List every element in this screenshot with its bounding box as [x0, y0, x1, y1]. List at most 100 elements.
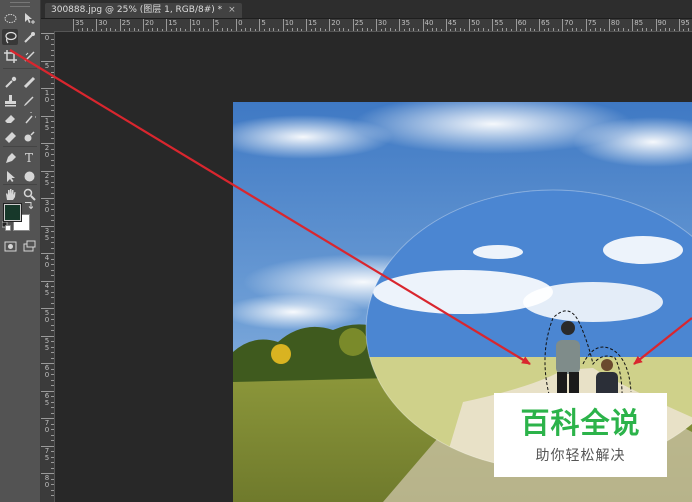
ruler-h-minor-tick — [594, 28, 596, 31]
type-glyph: T — [24, 151, 33, 165]
ruler-h-minor-tick — [287, 29, 289, 31]
ruler-h-minor-tick — [324, 29, 326, 31]
ruler-h-label: 65 — [541, 19, 550, 27]
ruler-v-minor-tick — [51, 269, 54, 271]
ruler-h-minor-tick — [315, 28, 317, 31]
move-icon[interactable] — [21, 10, 37, 26]
hand-icon[interactable] — [2, 186, 18, 202]
ruler-v-minor-tick — [51, 110, 54, 111]
gradient-icon[interactable] — [2, 128, 18, 144]
ruler-h-minor-tick — [319, 28, 321, 31]
quick-mask-icon[interactable] — [2, 238, 18, 254]
ruler-h-minor-tick — [82, 28, 84, 31]
tools-panel: T — [0, 0, 41, 502]
ruler-h-minor-tick — [385, 28, 387, 31]
ruler-h-minor-tick — [417, 29, 419, 31]
ruler-v-minor-tick — [51, 385, 54, 386]
ruler-v-minor-tick — [51, 258, 54, 260]
ruler-h-minor-tick — [77, 29, 79, 31]
ruler-h-tick — [539, 19, 540, 31]
default-colors-icon[interactable] — [2, 221, 11, 231]
ruler-h-tick — [515, 19, 517, 31]
path-select-icon[interactable] — [2, 168, 18, 184]
ruler-v-minor-tick — [51, 379, 54, 381]
ruler-v-tick — [41, 473, 54, 474]
ruler-h-minor-tick — [250, 28, 252, 31]
ruler-v-minor-tick — [51, 396, 54, 397]
ruler-h-label: 5 — [214, 19, 220, 27]
ruler-h-label: 35 — [401, 19, 411, 27]
ruler-h-minor-tick — [534, 29, 536, 31]
ruler-h-minor-tick — [138, 29, 140, 31]
clone-stamp-icon[interactable] — [2, 92, 18, 108]
ruler-v-minor-tick — [51, 434, 54, 436]
ruler-h-minor-tick — [511, 29, 513, 31]
ruler-v-minor-tick — [51, 71, 54, 73]
healing-brush-icon[interactable] — [21, 74, 37, 90]
slice-icon[interactable] — [21, 48, 37, 64]
ruler-v-minor-tick — [51, 456, 54, 458]
swap-colors-icon[interactable] — [23, 200, 33, 210]
brush-icon[interactable] — [21, 92, 37, 108]
ruler-h-tick — [422, 19, 424, 31]
ruler-h-minor-tick — [622, 28, 624, 31]
ruler-h-minor-tick — [105, 28, 107, 31]
ruler-v-minor-tick — [51, 357, 54, 359]
ruler-v-minor-tick — [51, 121, 54, 122]
screen-mode-icon[interactable] — [21, 238, 37, 254]
ruler-h-minor-tick — [175, 28, 177, 31]
ruler-h-minor-tick — [660, 29, 662, 31]
shape-icon[interactable] — [21, 168, 37, 184]
ruler-v-minor-tick — [51, 242, 54, 243]
quick-select-icon[interactable] — [21, 29, 37, 45]
ruler-h-minor-tick — [343, 28, 345, 31]
eyedropper-icon[interactable] — [2, 74, 18, 90]
ruler-h-tick — [655, 19, 657, 31]
pen-icon[interactable] — [2, 150, 18, 166]
document-tab[interactable]: 300888.jpg @ 25% (图层 1, RGB/8#) * × — [45, 3, 242, 18]
ruler-v-tick — [41, 143, 54, 144]
ruler-h-minor-tick — [380, 29, 382, 31]
crop-icon[interactable] — [2, 48, 18, 64]
history-brush-icon[interactable] — [21, 110, 37, 126]
ruler-v-tick — [41, 418, 54, 419]
lasso-icon[interactable] — [2, 29, 18, 45]
ruler-h-minor-tick — [413, 28, 415, 31]
ruler-v-minor-tick — [51, 165, 54, 166]
ruler-h-minor-tick — [357, 29, 359, 31]
ruler-h-minor-tick — [203, 28, 205, 31]
ruler-h-minor-tick — [576, 28, 578, 31]
close-tab-icon[interactable]: × — [228, 5, 236, 15]
ruler-h-label: 15 — [168, 19, 178, 27]
rect-marquee-icon[interactable] — [2, 10, 18, 26]
ruler-v-minor-tick — [51, 275, 54, 276]
ruler-v-minor-tick — [51, 313, 54, 315]
ruler-v-minor-tick — [51, 302, 54, 304]
eraser-icon[interactable] — [2, 110, 18, 126]
ruler-v-tick — [41, 280, 54, 282]
ruler-h-label: 0 — [238, 19, 243, 27]
ruler-v-minor-tick — [51, 352, 54, 353]
ruler-v-label: 8 0 — [44, 474, 50, 489]
ruler-v-tick — [41, 88, 54, 89]
foreground-color-swatch[interactable] — [4, 204, 21, 221]
ruler-h-minor-tick — [599, 28, 601, 31]
type-icon[interactable]: T — [21, 150, 37, 166]
ruler-v-minor-tick — [51, 154, 54, 155]
ruler-v-minor-tick — [51, 495, 54, 496]
vertical-ruler[interactable]: 0 5 1 0 1 5 2 0 2 5 3 0 3 5 4 0 4 5 5 0 5 5 6 0 6 5 7 … — [41, 31, 55, 502]
ruler-v-label: 3 5 — [44, 226, 50, 242]
ruler-h-minor-tick — [198, 28, 200, 31]
ruler-h-minor-tick — [580, 29, 582, 31]
ruler-h-minor-tick — [650, 29, 652, 31]
ruler-h-minor-tick — [618, 28, 620, 31]
ruler-h-minor-tick — [497, 29, 499, 31]
horizontal-ruler[interactable]: 35 30 25 20 15 10 5 0 5 10 15 20 25 30 35 40 45 50 55 60 65 7… — [55, 19, 692, 32]
blur-icon[interactable] — [21, 128, 37, 144]
ruler-v-tick — [41, 335, 54, 337]
ruler-v-minor-tick — [51, 247, 54, 249]
ruler-h-tick — [166, 19, 168, 31]
ruler-v-label: 0 — [44, 34, 50, 42]
ruler-v-minor-tick — [51, 341, 54, 342]
panel-grip[interactable] — [10, 2, 30, 7]
